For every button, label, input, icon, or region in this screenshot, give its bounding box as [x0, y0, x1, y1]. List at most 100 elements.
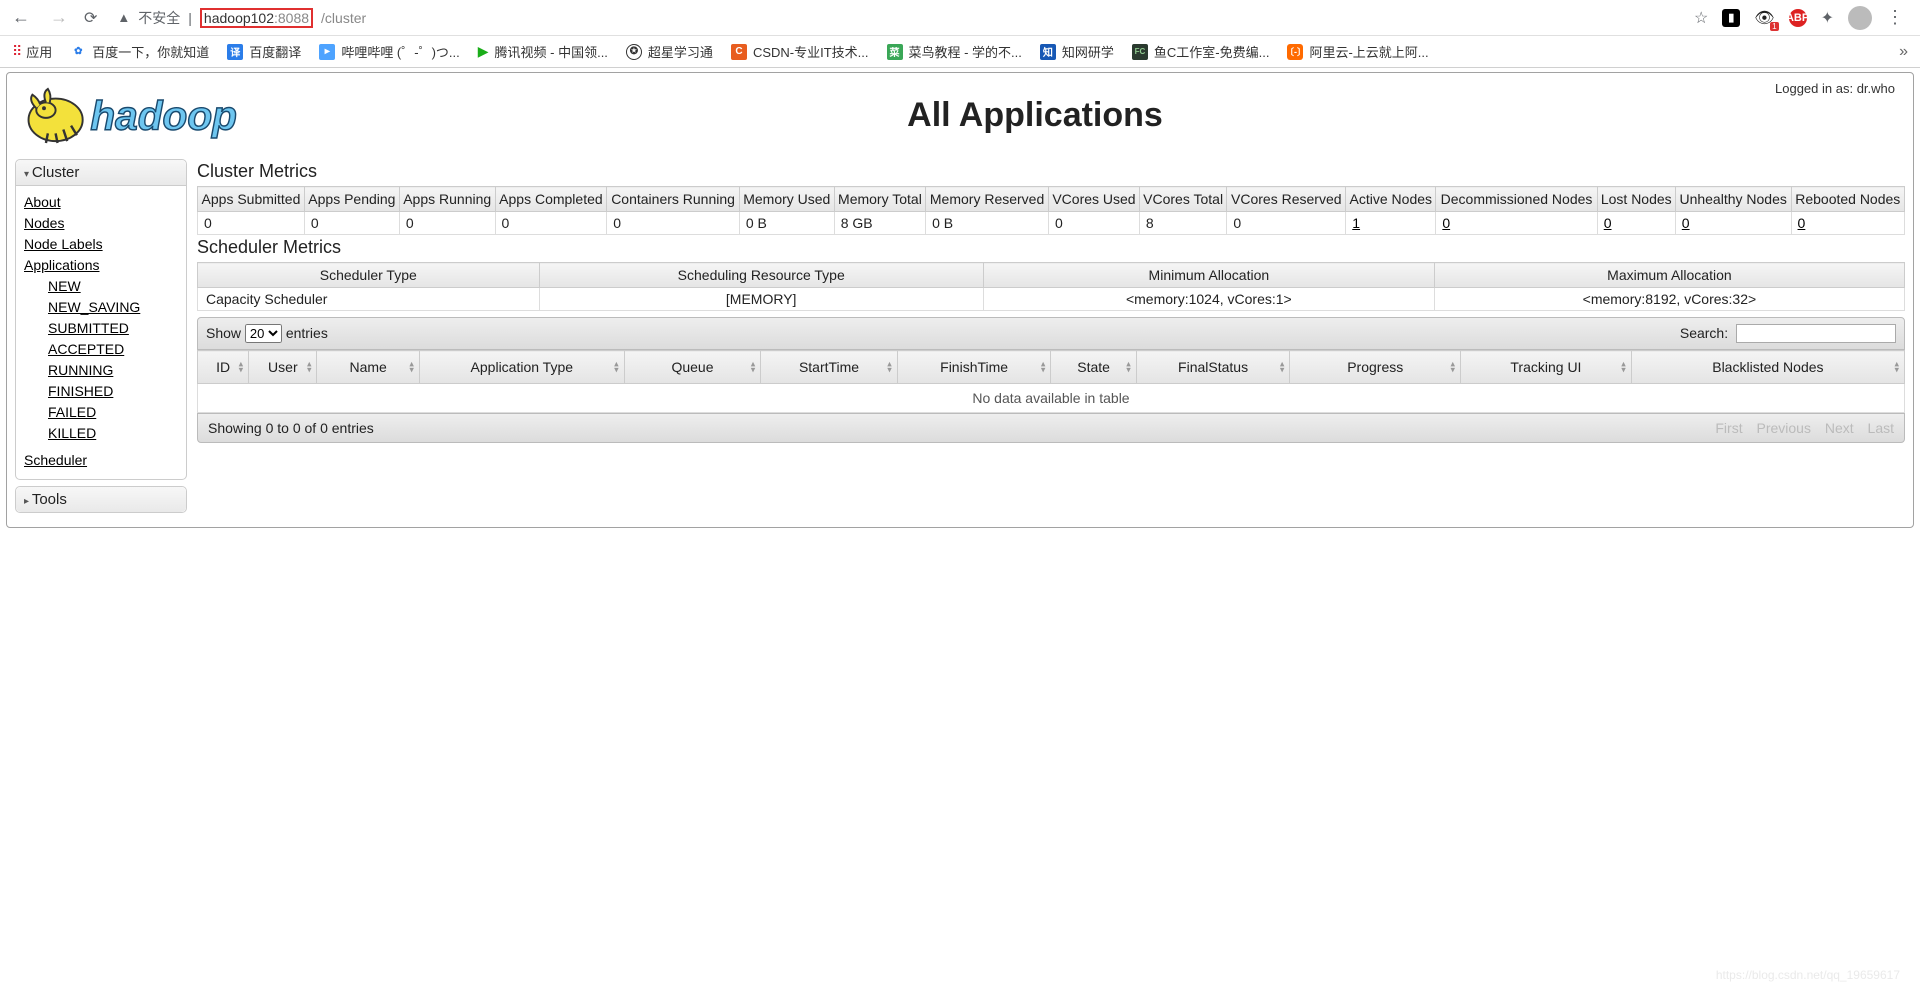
decom-nodes-link[interactable]: 0 — [1436, 212, 1597, 235]
th-decom-nodes[interactable]: Decommissioned Nodes — [1436, 187, 1597, 212]
th-memory-reserved[interactable]: Memory Reserved — [926, 187, 1049, 212]
sidebar-sublink-new[interactable]: NEW — [48, 276, 178, 297]
th-active-nodes[interactable]: Active Nodes — [1346, 187, 1436, 212]
th-user[interactable]: User▴▾ — [249, 351, 317, 384]
th-vcores-used[interactable]: VCores Used — [1049, 187, 1140, 212]
url-separator: | — [188, 10, 192, 26]
page-prev[interactable]: Previous — [1756, 420, 1810, 436]
sidebar-sublink-killed[interactable]: KILLED — [48, 423, 178, 444]
bookmark-item[interactable]: 菜菜鸟教程 - 学的不... — [887, 42, 1022, 61]
lost-nodes-link[interactable]: 0 — [1597, 212, 1675, 235]
page-last[interactable]: Last — [1868, 420, 1894, 436]
forward-button[interactable]: → — [46, 3, 72, 32]
sidebar-sublink-failed[interactable]: FAILED — [48, 402, 178, 423]
cell: 0 — [607, 212, 740, 235]
entries-select[interactable]: 20 — [245, 324, 282, 343]
active-nodes-link[interactable]: 1 — [1346, 212, 1436, 235]
th-apps-pending[interactable]: Apps Pending — [304, 187, 399, 212]
th-memory-used[interactable]: Memory Used — [739, 187, 834, 212]
sidebar-sublink-finished[interactable]: FINISHED — [48, 381, 178, 402]
sidebar-panel-tools: Tools — [15, 486, 187, 513]
th-name[interactable]: Name▴▾ — [317, 351, 419, 384]
sort-icon: ▴▾ — [1126, 361, 1131, 374]
bookmark-star-icon[interactable]: ☆ — [1694, 8, 1708, 28]
browser-menu-icon[interactable]: ⋮ — [1886, 7, 1904, 28]
sort-icon: ▴▾ — [239, 361, 244, 374]
sidebar-sublink-accepted[interactable]: ACCEPTED — [48, 339, 178, 360]
cell: 0 — [304, 212, 399, 235]
sidebar-link-nodes[interactable]: Nodes — [24, 213, 178, 234]
th-queue[interactable]: Queue▴▾ — [624, 351, 761, 384]
sidebar-link-scheduler[interactable]: Scheduler — [24, 450, 178, 471]
apps-grid-icon: ⠿ — [12, 43, 20, 60]
sort-icon: ▴▾ — [614, 361, 619, 374]
sort-icon: ▴▾ — [887, 361, 892, 374]
page-header: hadoop All Applications — [15, 79, 1905, 151]
sidebar-link-node-labels[interactable]: Node Labels — [24, 234, 178, 255]
sidebar: Cluster About Nodes Node Labels Applicat… — [15, 159, 187, 513]
bookmark-item[interactable]: 知知网研学 — [1040, 42, 1114, 61]
url-path: /cluster — [321, 10, 366, 26]
back-button[interactable]: ← — [8, 3, 34, 32]
search-input[interactable] — [1736, 324, 1896, 343]
address-bar[interactable]: ▲ 不安全 | hadoop102:8088/cluster — [109, 8, 1682, 28]
refresh-button[interactable]: ⟳ — [84, 8, 97, 28]
extension-icon-2[interactable]: 👁1 — [1754, 8, 1774, 28]
bookmark-item[interactable]: 〔-〕阿里云-上云就上阿... — [1287, 42, 1428, 61]
bookmark-item[interactable]: CCSDN-专业IT技术... — [731, 42, 869, 61]
th-starttime[interactable]: StartTime▴▾ — [761, 351, 898, 384]
cluster-metrics-table: Apps Submitted Apps Pending Apps Running… — [197, 186, 1905, 235]
th-max-alloc: Maximum Allocation — [1434, 263, 1904, 288]
rebooted-nodes-link[interactable]: 0 — [1791, 212, 1904, 235]
sidebar-head-tools[interactable]: Tools — [16, 487, 186, 512]
sidebar-sublink-new-saving[interactable]: NEW_SAVING — [48, 297, 178, 318]
bookmark-item[interactable]: FC鱼C工作室-免费编... — [1132, 42, 1270, 61]
th-blacklisted[interactable]: Blacklisted Nodes▴▾ — [1631, 351, 1904, 384]
th-memory-total[interactable]: Memory Total — [834, 187, 925, 212]
cell: 0 — [1227, 212, 1346, 235]
bookmark-item[interactable]: ▸哔哩哔哩 (゜-゜)つ... — [319, 42, 459, 61]
search-box: Search: — [1680, 324, 1896, 343]
sidebar-link-applications[interactable]: Applications — [24, 255, 178, 276]
page-next[interactable]: Next — [1825, 420, 1854, 436]
th-lost-nodes[interactable]: Lost Nodes — [1597, 187, 1675, 212]
th-finishtime[interactable]: FinishTime▴▾ — [897, 351, 1051, 384]
th-tracking[interactable]: Tracking UI▴▾ — [1461, 351, 1632, 384]
th-unhealthy-nodes[interactable]: Unhealthy Nodes — [1675, 187, 1791, 212]
th-finalstatus[interactable]: FinalStatus▴▾ — [1136, 351, 1290, 384]
pagination: First Previous Next Last — [1705, 420, 1894, 436]
sidebar-sublink-running[interactable]: RUNNING — [48, 360, 178, 381]
sidebar-link-about[interactable]: About — [24, 192, 178, 213]
sort-icon: ▴▾ — [1621, 361, 1626, 374]
sort-icon: ▴▾ — [1894, 361, 1899, 374]
bookmark-item[interactable]: ▶腾讯视频 - 中国领... — [478, 42, 608, 61]
table-row-empty: No data available in table — [198, 384, 1905, 413]
sort-icon: ▴▾ — [1041, 361, 1046, 374]
extensions-icon[interactable]: ✦ — [1821, 8, 1834, 28]
sidebar-sublink-submitted[interactable]: SUBMITTED — [48, 318, 178, 339]
bookmark-item[interactable]: 译百度翻译 — [227, 42, 301, 61]
th-rebooted-nodes[interactable]: Rebooted Nodes — [1791, 187, 1904, 212]
th-containers-running[interactable]: Containers Running — [607, 187, 740, 212]
profile-avatar[interactable] — [1848, 6, 1872, 30]
unhealthy-nodes-link[interactable]: 0 — [1675, 212, 1791, 235]
bookmarks-overflow-button[interactable]: » — [1899, 43, 1908, 61]
extension-icon[interactable]: ▮ — [1722, 9, 1740, 27]
th-apps-running[interactable]: Apps Running — [399, 187, 495, 212]
th-state[interactable]: State▴▾ — [1051, 351, 1136, 384]
sidebar-head-cluster[interactable]: Cluster — [16, 160, 186, 186]
th-id[interactable]: ID▴▾ — [198, 351, 249, 384]
th-progress[interactable]: Progress▴▾ — [1290, 351, 1461, 384]
apps-button[interactable]: ⠿ 应用 — [12, 42, 52, 61]
adblock-icon[interactable]: ABP — [1789, 9, 1807, 27]
cell: 0 B — [739, 212, 834, 235]
bookmark-item[interactable]: ✪超星学习通 — [626, 42, 713, 61]
th-apps-submitted[interactable]: Apps Submitted — [198, 187, 305, 212]
th-apps-completed[interactable]: Apps Completed — [495, 187, 607, 212]
page-first[interactable]: First — [1715, 420, 1742, 436]
th-vcores-reserved[interactable]: VCores Reserved — [1227, 187, 1346, 212]
th-app-type[interactable]: Application Type▴▾ — [419, 351, 624, 384]
th-vcores-total[interactable]: VCores Total — [1139, 187, 1226, 212]
bookmark-item[interactable]: ✿百度一下，你就知道 — [70, 42, 209, 61]
favicon-icon: ▶ — [478, 43, 489, 60]
